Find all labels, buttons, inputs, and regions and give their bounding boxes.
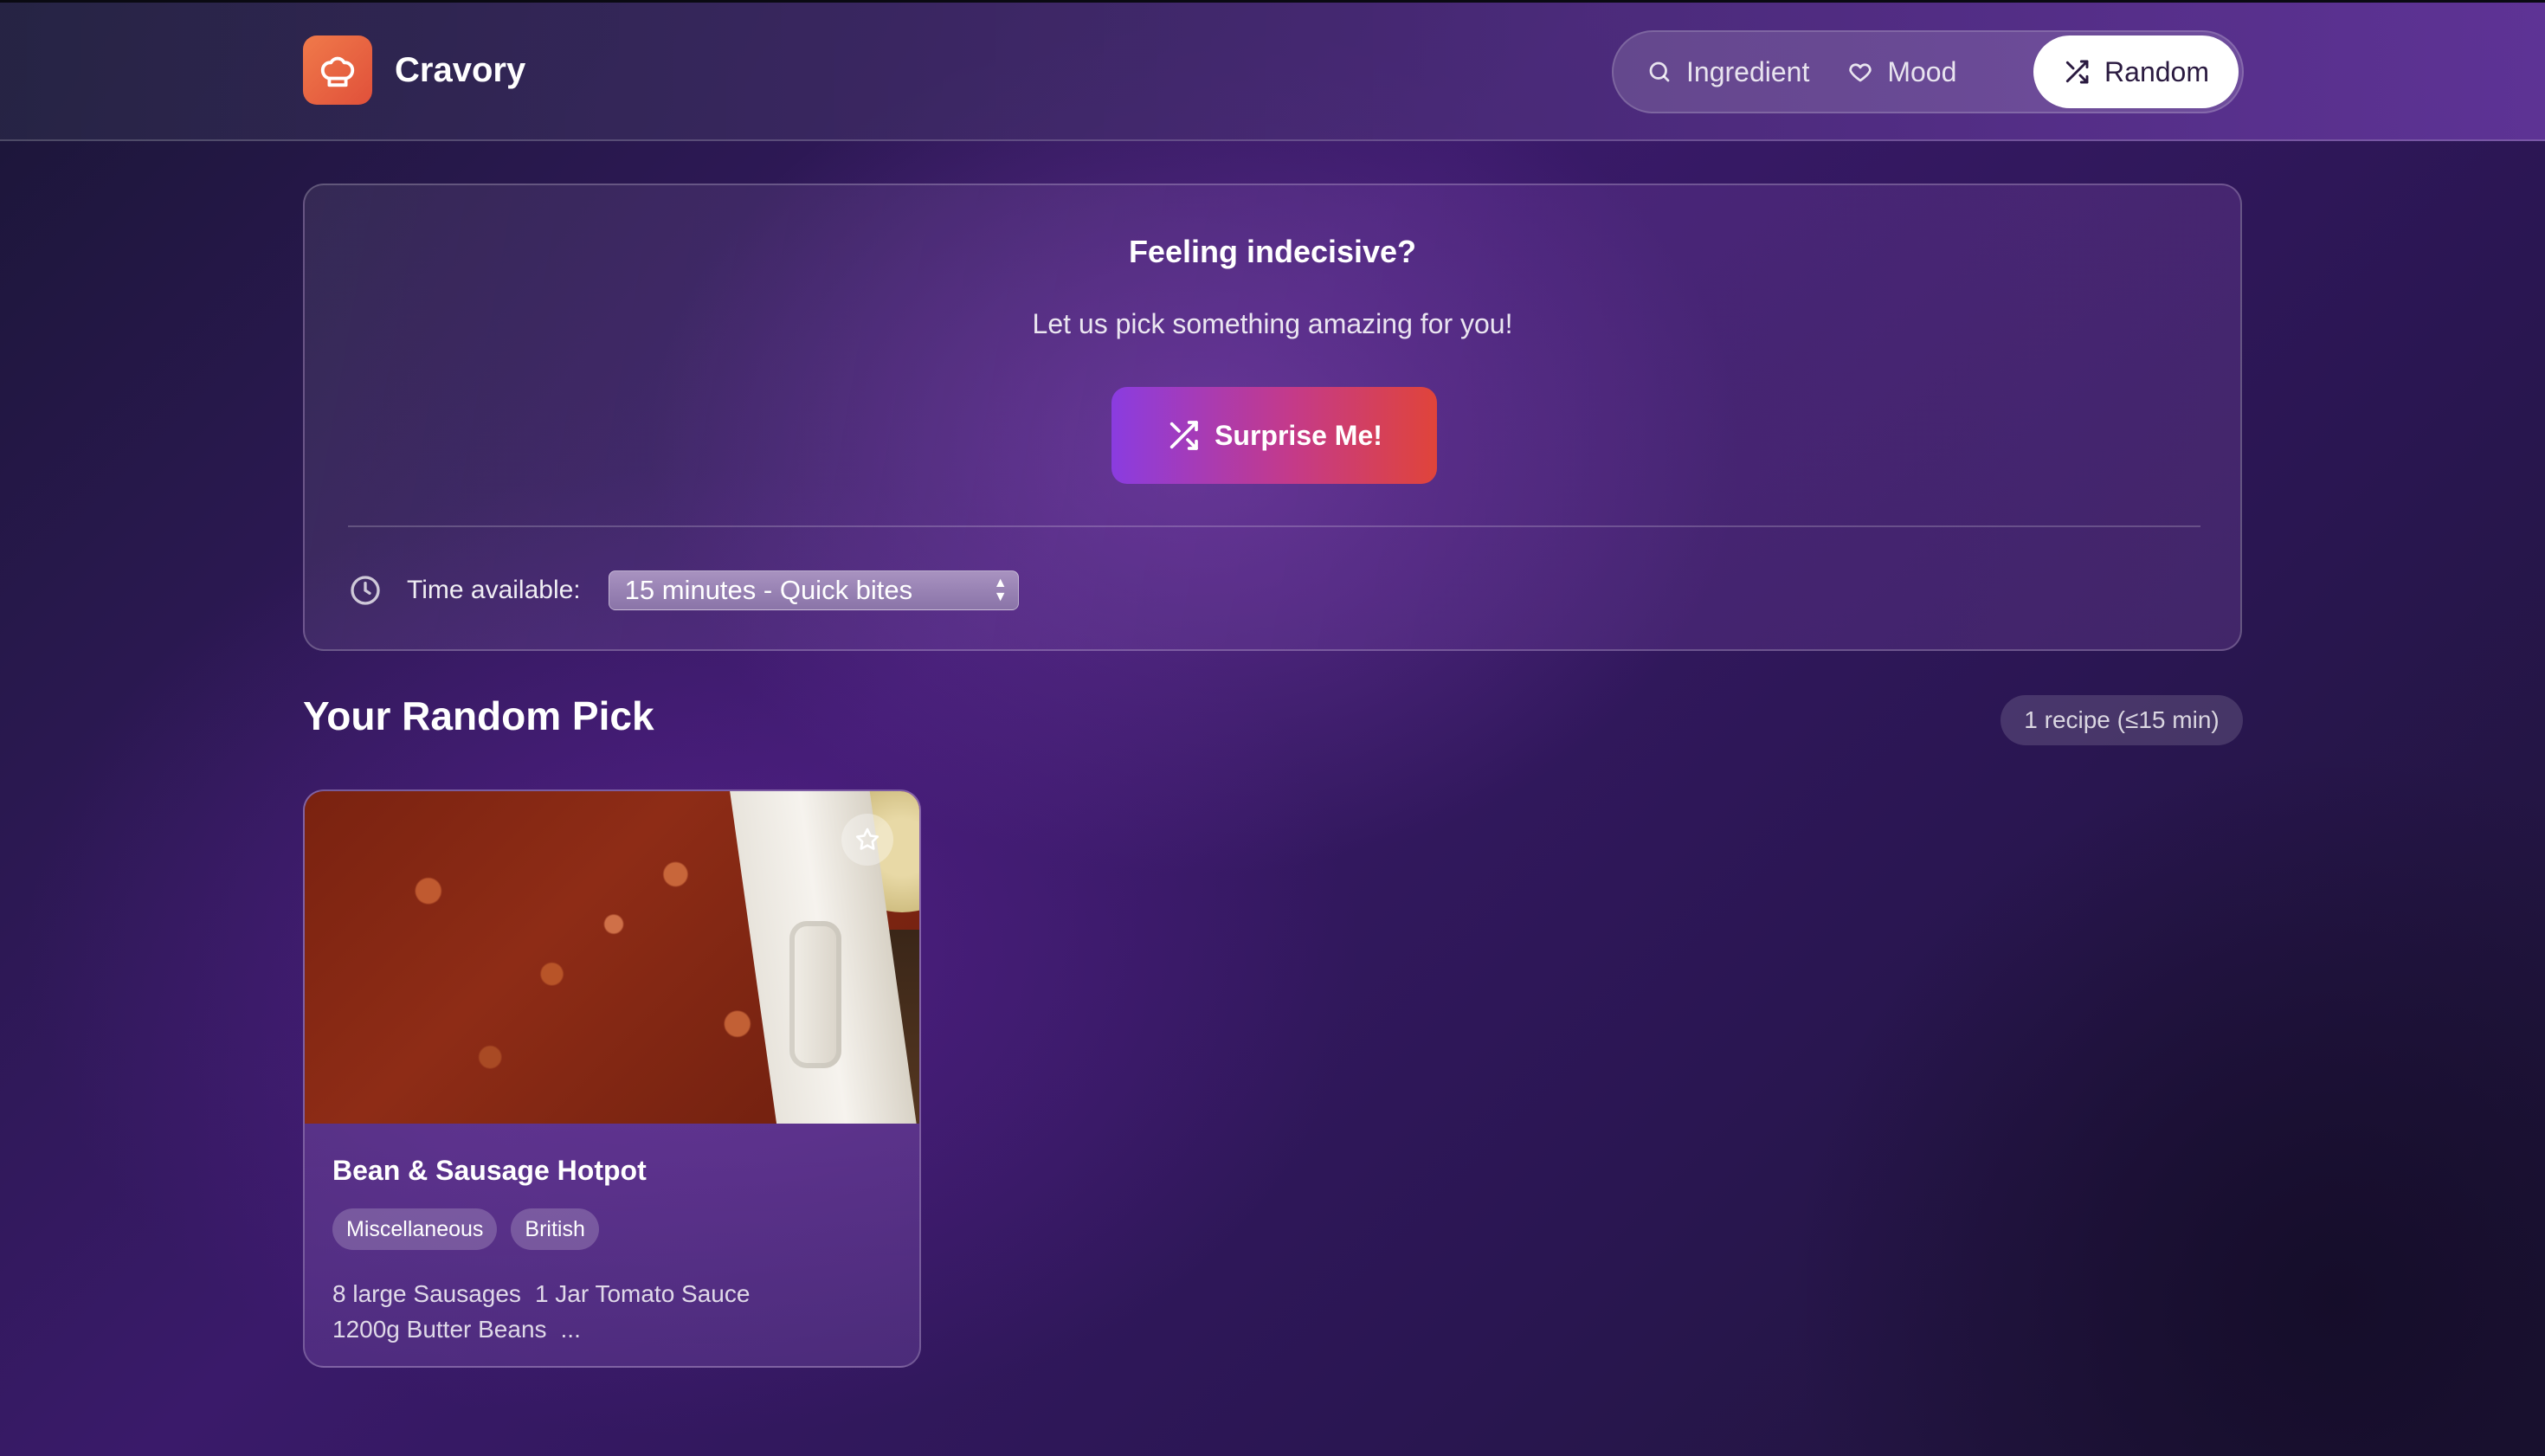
time-filter: Time available: 15 minutes - Quick bites… — [348, 570, 1019, 611]
surprise-me-button[interactable]: Surprise Me! — [1111, 387, 1437, 484]
mode-tabs: Ingredient Mood Random — [1612, 30, 2244, 113]
tag-cuisine: British — [511, 1208, 599, 1250]
card-divider — [348, 525, 2200, 527]
tab-ingredient-label: Ingredient — [1686, 55, 1810, 87]
results-count-badge: 1 recipe (≤15 min) — [2001, 695, 2243, 745]
recipe-title: Bean & Sausage Hotpot — [332, 1155, 647, 1186]
random-picker-card: Feeling indecisive? Let us pick somethin… — [303, 184, 2242, 651]
tab-random-label: Random — [2104, 55, 2209, 87]
ingredient-item: 8 large Sausages — [332, 1280, 521, 1307]
ingredient-item: 1 Jar Tomato Sauce — [534, 1280, 751, 1307]
shuffle-icon — [2065, 60, 2089, 84]
time-available-label: Time available: — [407, 576, 581, 604]
time-select-value: 15 minutes - Quick bites — [624, 575, 913, 605]
tab-mood-label: Mood — [1887, 55, 1957, 87]
tag-category: Miscellaneous — [332, 1208, 498, 1250]
chef-hat-icon — [303, 35, 372, 105]
recipe-image — [305, 791, 919, 1124]
dish-handle — [789, 921, 841, 1068]
favorite-button[interactable] — [841, 814, 893, 866]
card-subtitle: Let us pick something amazing for you! — [1032, 308, 1513, 339]
results-title: Your Random Pick — [303, 693, 654, 738]
recipe-ingredients: 8 large Sausages 1 Jar Tomato Sauce 1200g… — [332, 1276, 895, 1347]
recipe-card[interactable]: Bean & Sausage Hotpot Miscellaneous Brit… — [303, 789, 921, 1368]
tab-mood[interactable]: Mood — [1839, 35, 1986, 108]
star-icon — [855, 828, 879, 850]
ingredient-more: ... — [560, 1316, 581, 1343]
search-icon — [1649, 61, 1670, 82]
app-name: Cravory — [395, 50, 526, 89]
heart-icon — [1849, 63, 1872, 82]
tab-random[interactable]: Random — [2033, 35, 2239, 108]
card-title: Feeling indecisive? — [1128, 234, 1417, 269]
shuffle-icon — [1169, 421, 1198, 450]
ingredient-item: 1200g Butter Beans — [332, 1316, 547, 1343]
recipe-tags: Miscellaneous British — [332, 1208, 613, 1250]
time-available-select[interactable]: 15 minutes - Quick bites ▲ ▼ — [608, 570, 1019, 610]
tab-ingredient[interactable]: Ingredient — [1617, 35, 1839, 108]
brand[interactable]: Cravory — [303, 35, 525, 105]
clock-icon — [351, 576, 380, 605]
select-arrows-icon: ▲ ▼ — [993, 576, 1008, 604]
app-header: Cravory Ingredient Mood Random — [0, 3, 2545, 141]
surprise-me-label: Surprise Me! — [1215, 419, 1382, 451]
